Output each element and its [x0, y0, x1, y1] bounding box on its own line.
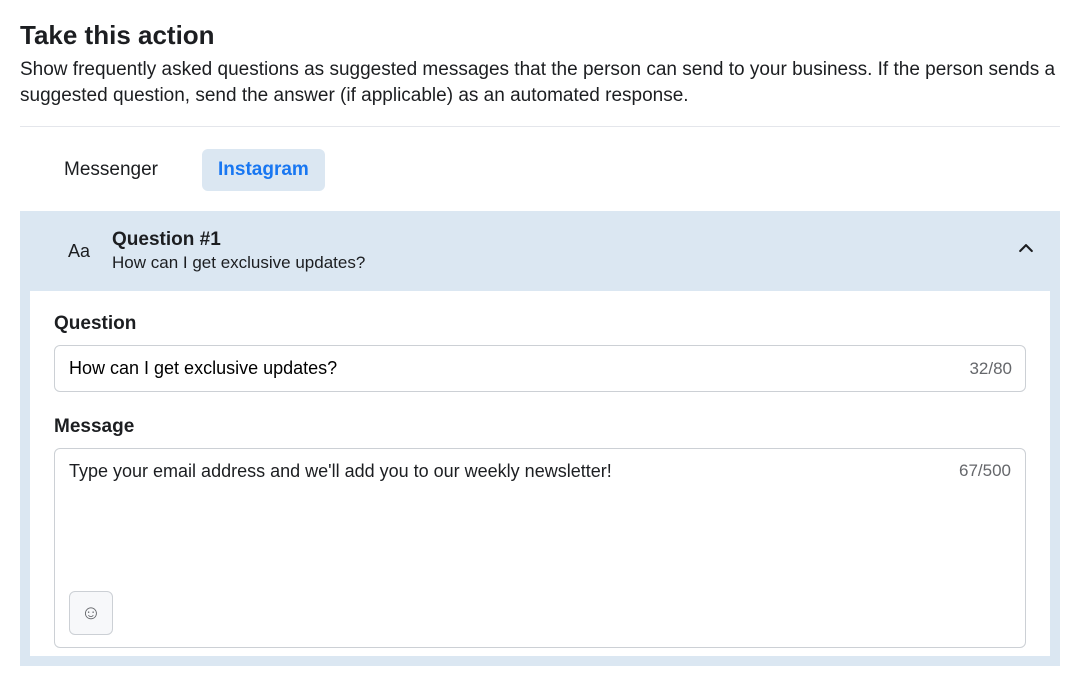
- tab-messenger[interactable]: Messenger: [48, 149, 174, 191]
- question-preview: How can I get exclusive updates?: [112, 253, 1036, 273]
- question-field-label: Question: [54, 313, 1026, 335]
- question-panel: Aa Question #1 How can I get exclusive u…: [20, 211, 1060, 666]
- question-char-counter: 32/80: [969, 359, 1012, 379]
- question-accordion-header[interactable]: Aa Question #1 How can I get exclusive u…: [20, 211, 1060, 291]
- section-header: Take this action Show frequently asked q…: [20, 20, 1060, 108]
- message-text[interactable]: Type your email address and we'll add yo…: [69, 461, 947, 482]
- question-input-wrap: 32/80: [54, 345, 1026, 392]
- question-heading: Question #1: [112, 229, 1036, 251]
- smiley-icon: ☺: [81, 602, 101, 625]
- page-title: Take this action: [20, 20, 1060, 51]
- question-summary: Question #1 How can I get exclusive upda…: [112, 229, 1036, 273]
- message-input-wrap[interactable]: Type your email address and we'll add yo…: [54, 448, 1026, 648]
- channel-tabs: Messenger Instagram: [20, 149, 1060, 191]
- divider: [20, 126, 1060, 127]
- emoji-picker-button[interactable]: ☺: [69, 591, 113, 635]
- message-char-counter: 67/500: [959, 461, 1011, 481]
- question-input[interactable]: [54, 345, 1026, 392]
- message-field-label: Message: [54, 416, 1026, 438]
- tab-instagram[interactable]: Instagram: [202, 149, 325, 191]
- question-body: Question 32/80 Message Type your email a…: [20, 291, 1060, 666]
- text-icon: Aa: [68, 241, 90, 262]
- chevron-up-icon: [1016, 239, 1036, 264]
- page-description: Show frequently asked questions as sugge…: [20, 57, 1060, 108]
